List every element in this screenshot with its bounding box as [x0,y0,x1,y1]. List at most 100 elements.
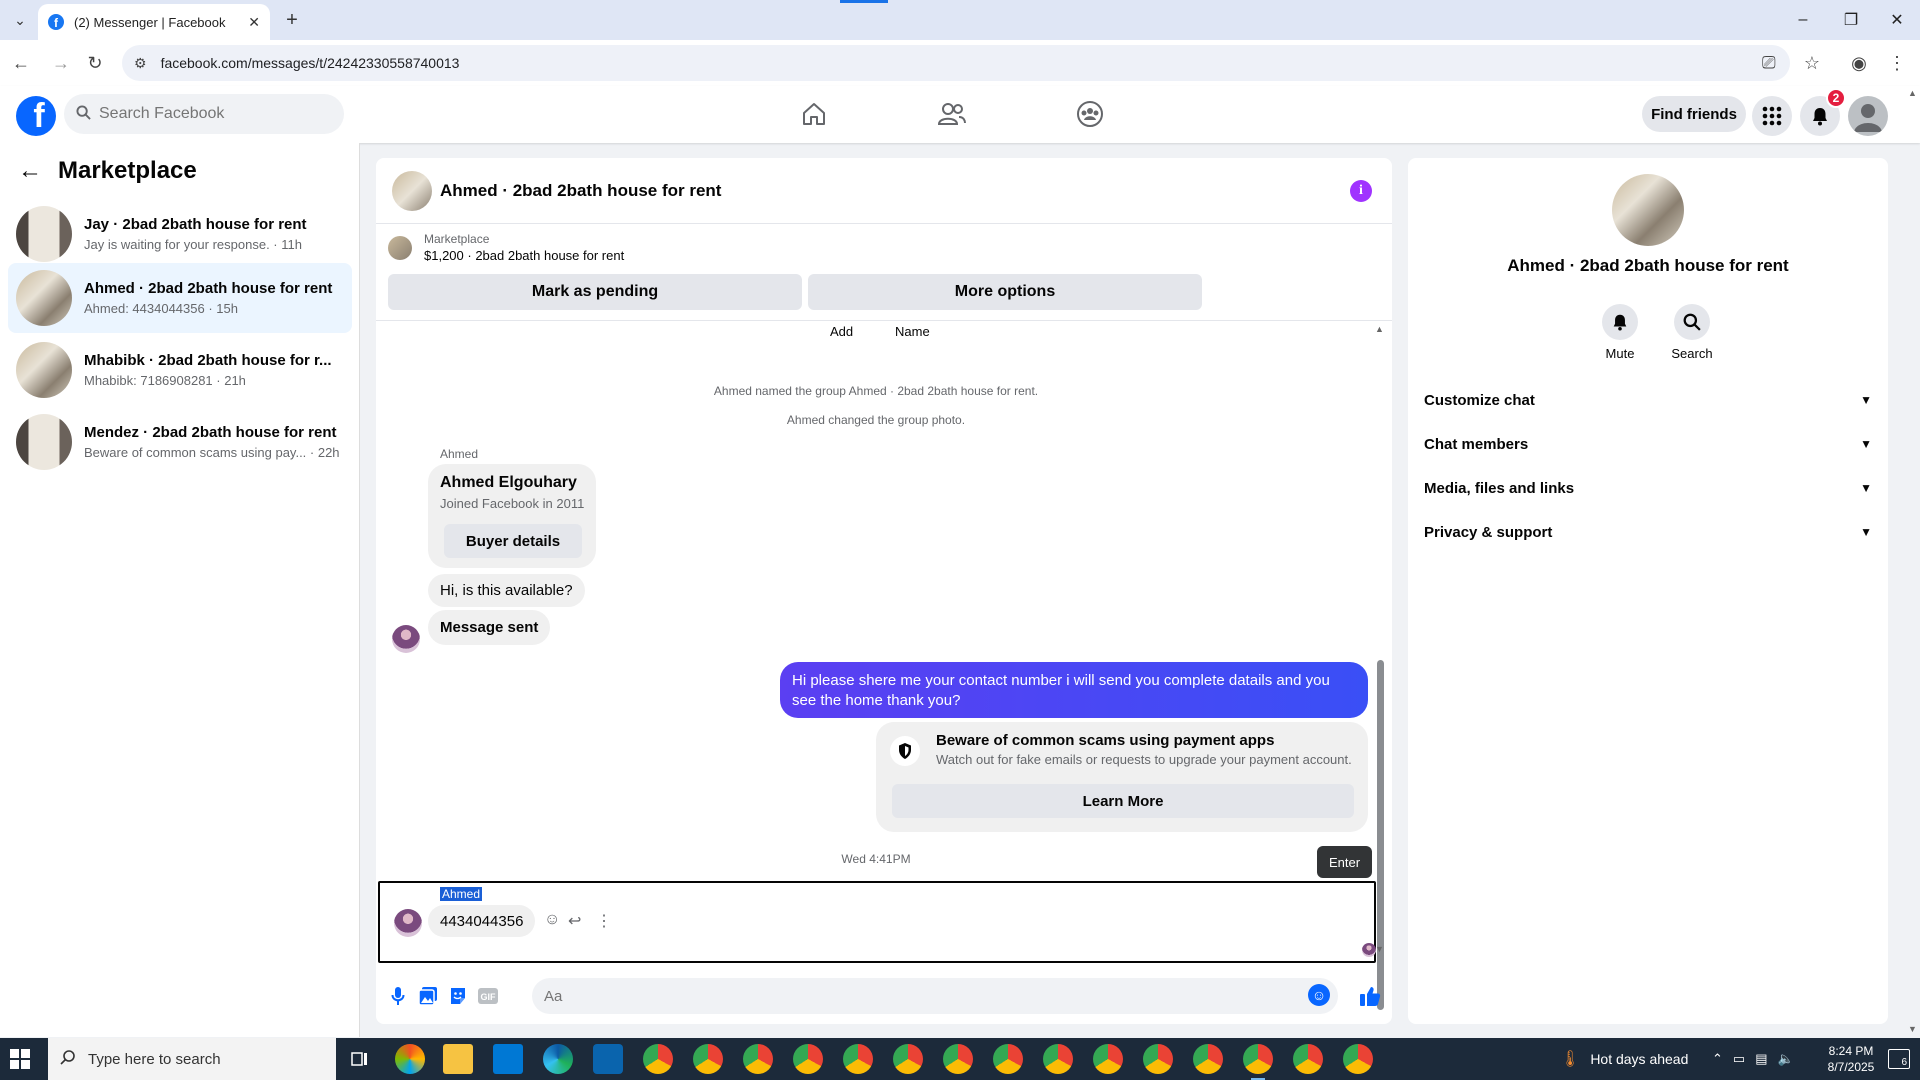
chrome-profile-icon[interactable] [1093,1044,1123,1074]
photo-icon[interactable] [416,984,440,1008]
taskbar-search[interactable]: Type here to search [48,1038,336,1080]
sticker-icon[interactable] [446,984,470,1008]
chat-avatar[interactable] [392,170,432,211]
groups-nav-icon[interactable] [1060,94,1120,134]
more-actions-icon[interactable]: ⋮ [596,911,612,931]
window-close-icon[interactable]: ✕ [1874,0,1920,40]
privacy-support-section[interactable]: Privacy & support ▼ [1424,514,1872,550]
chrome-icon[interactable] [643,1044,673,1074]
browser-tab[interactable]: f (2) Messenger | Facebook ✕ [38,4,270,40]
microphone-icon[interactable] [386,984,410,1008]
tab-search-icon[interactable]: ⌄ [8,8,32,32]
customize-chat-section[interactable]: Customize chat ▼ [1424,382,1872,418]
learn-more-button[interactable]: Learn More [892,784,1354,818]
browser-menu-icon[interactable]: ⋮ [1884,50,1910,76]
account-avatar[interactable] [1848,96,1888,136]
focused-message-row[interactable]: Ahmed 4434044356 ☺ ↩ ⋮ [378,881,1376,963]
site-info-icon[interactable]: ⚙ [134,55,147,72]
tray-chevron-icon[interactable]: ⌃ [1712,1051,1723,1067]
outlook-icon[interactable] [593,1044,623,1074]
home-nav-icon[interactable] [784,94,844,134]
buyer-details-button[interactable]: Buyer details [444,524,582,558]
profile-icon[interactable]: ◉ [1846,50,1872,76]
scrollbar-thumb[interactable] [1377,660,1384,1010]
microsoft-store-icon[interactable] [493,1044,523,1074]
tab-close-icon[interactable]: ✕ [248,14,260,31]
facebook-search-input[interactable] [99,105,319,123]
page-scrollbar[interactable]: ▲ ▼ [1904,86,1920,1038]
reload-icon[interactable]: ↻ [82,50,108,76]
network-icon[interactable]: ▤ [1755,1051,1767,1067]
restore-icon[interactable]: ❐ [1828,0,1874,40]
edge-icon[interactable] [543,1044,573,1074]
conversation-info-icon[interactable]: i [1350,180,1372,202]
message-bubble[interactable]: Message sent [428,610,551,645]
conversation-item-active[interactable]: Ahmed · 2bad 2bath house for rent Ahmed:… [8,263,352,333]
forward-icon[interactable]: → [48,50,74,76]
scroll-down-icon[interactable]: ▼ [1908,1024,1917,1034]
chrome-profile-icon[interactable] [743,1044,773,1074]
chat-members-section[interactable]: Chat members ▼ [1424,426,1872,462]
meet-now-icon[interactable]: ▭ [1733,1051,1745,1067]
chrome-profile-icon[interactable] [1043,1044,1073,1074]
chrome-profile-icon[interactable] [1243,1044,1273,1080]
mark-as-pending-button[interactable]: Mark as pending [388,274,802,310]
chrome-profile-icon[interactable] [693,1044,723,1074]
conversation-item[interactable]: Jay · 2bad 2bath house for rent Jay is w… [8,199,352,269]
facebook-logo-icon[interactable]: f [16,96,56,136]
listing-summary[interactable]: Marketplace $1,200 · 2bad 2bath house fo… [388,232,624,263]
reply-icon[interactable]: ↩ [568,911,581,931]
volume-icon[interactable]: 🔈 [1778,1051,1794,1067]
mute-button[interactable]: Mute [1590,304,1650,361]
conversation-item[interactable]: Mendez · 2bad 2bath house for rent Bewar… [8,407,352,477]
chat-title[interactable]: Ahmed · 2bad 2bath house for rent [440,181,721,201]
chrome-profile-icon[interactable] [1193,1044,1223,1074]
menu-grid-icon[interactable] [1752,96,1792,136]
action-center-icon[interactable]: 6 [1888,1049,1910,1069]
back-icon[interactable]: ← [8,50,34,76]
chrome-profile-icon[interactable] [893,1044,923,1074]
more-options-button[interactable]: More options [808,274,1202,310]
chat-scrollbar[interactable]: ▲ ▼ [1375,324,1385,1010]
task-view-icon[interactable] [344,1044,374,1074]
chrome-profile-icon[interactable] [943,1044,973,1074]
message-bubble[interactable]: 4434044356 [428,905,536,937]
chrome-profile-icon[interactable] [843,1044,873,1074]
find-friends-button[interactable]: Find friends [1642,96,1746,132]
taskbar-clock[interactable]: 8:24 PM 8/7/2025 [1818,1043,1884,1075]
like-thumb-icon[interactable] [1358,984,1382,1008]
chrome-profile-icon[interactable] [1293,1044,1323,1074]
chat-photo[interactable] [1612,174,1684,246]
copilot-icon[interactable] [395,1044,425,1074]
message-input[interactable] [532,978,1338,1014]
search-in-chat-button[interactable]: Search [1662,304,1722,361]
chrome-profile-icon[interactable] [993,1044,1023,1074]
scroll-up-icon[interactable]: ▲ [1375,324,1384,334]
file-explorer-icon[interactable] [443,1044,473,1074]
message-text-field[interactable] [544,987,1284,1005]
install-app-icon[interactable]: ⎚ [1762,53,1776,73]
scroll-up-icon[interactable]: ▲ [1908,88,1917,98]
new-tab-icon[interactable]: + [280,8,304,32]
conversation-item[interactable]: Mhabibk · 2bad 2bath house for r... Mhab… [8,335,352,405]
chrome-profile-icon[interactable] [793,1044,823,1074]
scroll-down-icon[interactable]: ▼ [1375,944,1384,954]
gif-icon[interactable]: GIF [476,984,500,1008]
back-arrow-icon[interactable]: ← [18,157,42,185]
friends-nav-icon[interactable] [922,94,982,134]
sender-avatar[interactable] [394,909,422,937]
bookmark-star-icon[interactable]: ☆ [1799,50,1825,76]
chrome-profile-icon[interactable] [1143,1044,1173,1074]
react-emoji-icon[interactable]: ☺ [544,911,560,929]
my-message-bubble[interactable]: Hi please shere me your contact number i… [780,662,1368,718]
emoji-icon[interactable]: ☺ [1308,984,1330,1006]
minimize-icon[interactable]: – [1780,0,1826,40]
chrome-profile-icon[interactable] [1343,1044,1373,1074]
sender-avatar[interactable] [392,625,420,653]
facebook-search[interactable] [64,94,344,134]
message-bubble[interactable]: Hi, is this available? [428,574,585,607]
weather-widget[interactable]: 🌡 Hot days ahead [1560,1038,1688,1080]
address-bar[interactable]: ⚙ facebook.com/messages/t/24242330558740… [122,45,1790,81]
media-files-section[interactable]: Media, files and links ▼ [1424,470,1872,506]
windows-start-icon[interactable] [10,1049,30,1069]
